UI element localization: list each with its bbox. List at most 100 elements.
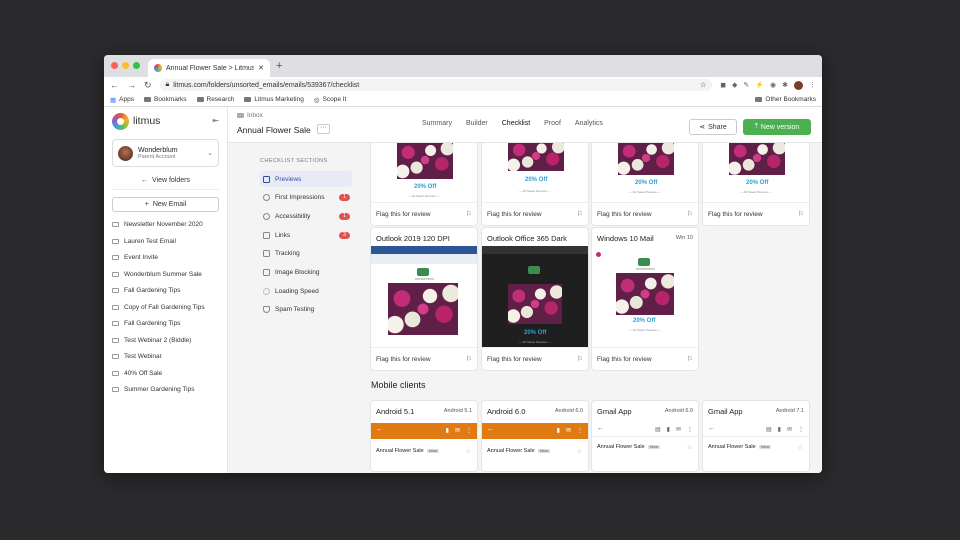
checklist-item-tracking[interactable]: Tracking xyxy=(260,246,365,262)
flag-for-review-link[interactable]: Flag this for review xyxy=(487,356,542,363)
preview-card-gmail-app-7-1[interactable]: Gmail App Android 7.1 ← ▤ ▮ ✉ ⋮ Annual Flow… xyxy=(703,401,809,471)
preview-card-gmail-app-6-0[interactable]: Gmail App Android 6.0 ← ▤ ▮ ✉ ⋮ Annual Flow… xyxy=(592,401,698,471)
tab-proof[interactable]: Proof xyxy=(544,120,561,127)
flag-icon[interactable]: ⚐ xyxy=(577,210,583,218)
tab-summary[interactable]: Summary xyxy=(422,120,452,127)
preview-card[interactable]: 20% Off — All Sweet Peonies — Flag this … xyxy=(703,143,809,225)
other-bookmarks[interactable]: Other Bookmarks xyxy=(755,96,816,103)
flag-icon[interactable]: ⚐ xyxy=(466,210,472,218)
email-list-item[interactable]: Test Webinar 2 (Biddle) xyxy=(112,336,219,346)
checklist-item-image-blocking[interactable]: Image Blocking xyxy=(260,264,365,280)
email-list-item[interactable]: Fall Gardening Tips xyxy=(112,319,219,329)
tab-analytics[interactable]: Analytics xyxy=(575,120,603,127)
bookmark-scope-it[interactable]: ◎ Scope It xyxy=(314,96,347,104)
email-list-item[interactable]: 40% Off Sale xyxy=(112,369,219,379)
image-icon xyxy=(263,268,270,276)
arrow-left-icon: ← xyxy=(140,177,148,184)
litmus-favicon-icon xyxy=(154,64,162,72)
flag-for-review-link[interactable]: Flag this for review xyxy=(376,356,431,363)
preview-card-android-6-0[interactable]: Android 6.0 Android 6.0 ← ▮ ✉ ⋮ Annual Flo… xyxy=(482,401,588,471)
back-icon[interactable]: ← xyxy=(110,80,119,90)
flag-for-review-link[interactable]: Flag this for review xyxy=(597,211,652,218)
flag-for-review-link[interactable]: Flag this for review xyxy=(708,211,763,218)
account-switcher[interactable]: Wonderblum Parent Account ⌄ xyxy=(112,139,219,167)
more-options-button[interactable]: ··· xyxy=(317,124,330,134)
checklist-item-links[interactable]: Links 3 xyxy=(260,227,352,243)
checklist-item-spam-testing[interactable]: Spam Testing xyxy=(260,302,365,318)
profile-avatar[interactable] xyxy=(794,80,803,90)
tab-close-icon[interactable]: ✕ xyxy=(258,64,264,72)
checklist-title: CHECKLIST SECTIONS xyxy=(260,158,328,164)
tab-checklist[interactable]: Checklist xyxy=(502,120,530,127)
envelope-icon xyxy=(112,370,119,376)
tab-builder[interactable]: Builder xyxy=(466,120,488,127)
checklist-item-loading-speed[interactable]: Loading Speed xyxy=(260,283,365,299)
preview-card[interactable]: 20% Off — All Sweet Peonies — Flag this … xyxy=(482,143,588,225)
client-name: Gmail App xyxy=(597,407,632,416)
extension-icon[interactable]: ✎ xyxy=(743,81,749,89)
new-tab-button[interactable]: + xyxy=(276,60,282,72)
inbox-tag: Inbox xyxy=(647,445,661,449)
collapse-sidebar-icon[interactable]: ⇤ xyxy=(212,116,219,125)
email-list-item[interactable]: Wonderblum Summer Sale xyxy=(112,270,219,280)
extension-icon[interactable]: ◉ xyxy=(770,81,776,89)
extension-icon[interactable]: ◼ xyxy=(720,81,726,89)
extension-icon[interactable]: ◆ xyxy=(732,81,737,89)
preview-card[interactable]: 20% Off — All Sweet Peonies — Flag this … xyxy=(592,143,698,225)
email-list-item[interactable]: Lauren Test Email xyxy=(112,237,219,247)
minimize-window-button[interactable] xyxy=(122,62,129,69)
address-bar[interactable]: 🔒︎ litmus.com/folders/unsorted_emails/em… xyxy=(159,79,713,91)
checklist-item-first-impressions[interactable]: First Impressions 1 xyxy=(260,190,352,206)
new-version-button[interactable]: ⤒ New version xyxy=(743,119,811,135)
bookmark-litmus-marketing[interactable]: Litmus Marketing xyxy=(244,96,304,103)
menu-icon[interactable]: ⋮ xyxy=(809,81,816,89)
checklist-item-accessibility[interactable]: Accessibility 1 xyxy=(260,208,352,224)
flag-for-review-link[interactable]: Flag this for review xyxy=(487,211,542,218)
preview-card-outlook-2019[interactable]: Outlook 2019 120 DPI wonderblum Flag thi… xyxy=(371,228,477,370)
client-version: Android 7.1 xyxy=(775,408,804,414)
email-list-item[interactable]: Copy of Fall Gardening Tips xyxy=(112,303,219,313)
email-tabs: Summary Builder Checklist Proof Analytic… xyxy=(422,120,603,127)
email-list-item[interactable]: Test Webinar xyxy=(112,352,219,362)
close-window-button[interactable] xyxy=(111,62,118,69)
flag-icon[interactable]: ⚐ xyxy=(687,355,693,363)
puzzle-icon[interactable]: ✱ xyxy=(782,81,788,89)
maximize-window-button[interactable] xyxy=(133,62,140,69)
bookmark-star-icon[interactable]: ☆ xyxy=(700,81,706,89)
upload-icon: ⤒ xyxy=(754,123,758,130)
preview-card[interactable]: 20% Off — All Sweet Peonies — Flag this … xyxy=(371,143,477,225)
flag-icon[interactable]: ⚐ xyxy=(687,210,693,218)
checklist-item-previews[interactable]: Previews xyxy=(260,171,352,187)
bookmark-apps[interactable]: ▦ Apps xyxy=(110,96,134,104)
flag-for-review-link[interactable]: Flag this for review xyxy=(597,356,652,363)
email-list-item[interactable]: Fall Gardening Tips xyxy=(112,286,219,296)
view-folders-link[interactable]: ← View folders xyxy=(112,172,219,190)
flag-row: Flag this for review ⚐ xyxy=(703,203,809,225)
monitor-icon xyxy=(263,175,270,183)
breadcrumb[interactable]: Inbox xyxy=(237,112,263,119)
bookmark-research[interactable]: Research xyxy=(196,96,234,103)
flag-for-review-link[interactable]: Flag this for review xyxy=(376,211,431,218)
preview-card-outlook-365-dark[interactable]: Outlook Office 365 Dark 20% Off — All Sw… xyxy=(482,228,588,370)
tracking-icon xyxy=(263,250,270,258)
envelope-icon xyxy=(112,321,119,326)
flag-icon[interactable]: ⚐ xyxy=(577,355,583,363)
flag-icon[interactable]: ⚐ xyxy=(466,355,472,363)
tab-title: Annual Flower Sale > Litmus xyxy=(166,64,255,72)
preview-card-windows-10-mail[interactable]: Windows 10 Mail Win 10 wonderblum 20% Of… xyxy=(592,228,698,370)
share-button[interactable]: ⋖ Share xyxy=(689,119,737,135)
email-list-item[interactable]: Event Invite xyxy=(112,253,219,263)
envelope-icon xyxy=(112,354,119,359)
email-list-item[interactable]: Summer Gardening Tips xyxy=(112,385,219,395)
extension-icon[interactable]: ⚡ xyxy=(755,81,764,89)
bookmark-bookmarks[interactable]: Bookmarks xyxy=(143,96,187,103)
preview-card-android-5-1[interactable]: Android 5.1 Android 5.1 ← ▮ ✉ ⋮ Annual Flo… xyxy=(371,401,477,471)
email-list-item[interactable]: Newsletter November 2020 xyxy=(112,220,219,230)
litmus-logo[interactable]: litmus xyxy=(112,107,219,135)
new-email-button[interactable]: + New Email xyxy=(112,197,219,212)
forward-icon[interactable]: → xyxy=(127,80,136,90)
browser-tab[interactable]: Annual Flower Sale > Litmus ✕ xyxy=(148,59,270,77)
apps-grid-icon: ▦ xyxy=(110,96,117,104)
flag-icon[interactable]: ⚐ xyxy=(798,210,804,218)
reload-icon[interactable]: ↻ xyxy=(144,80,152,91)
